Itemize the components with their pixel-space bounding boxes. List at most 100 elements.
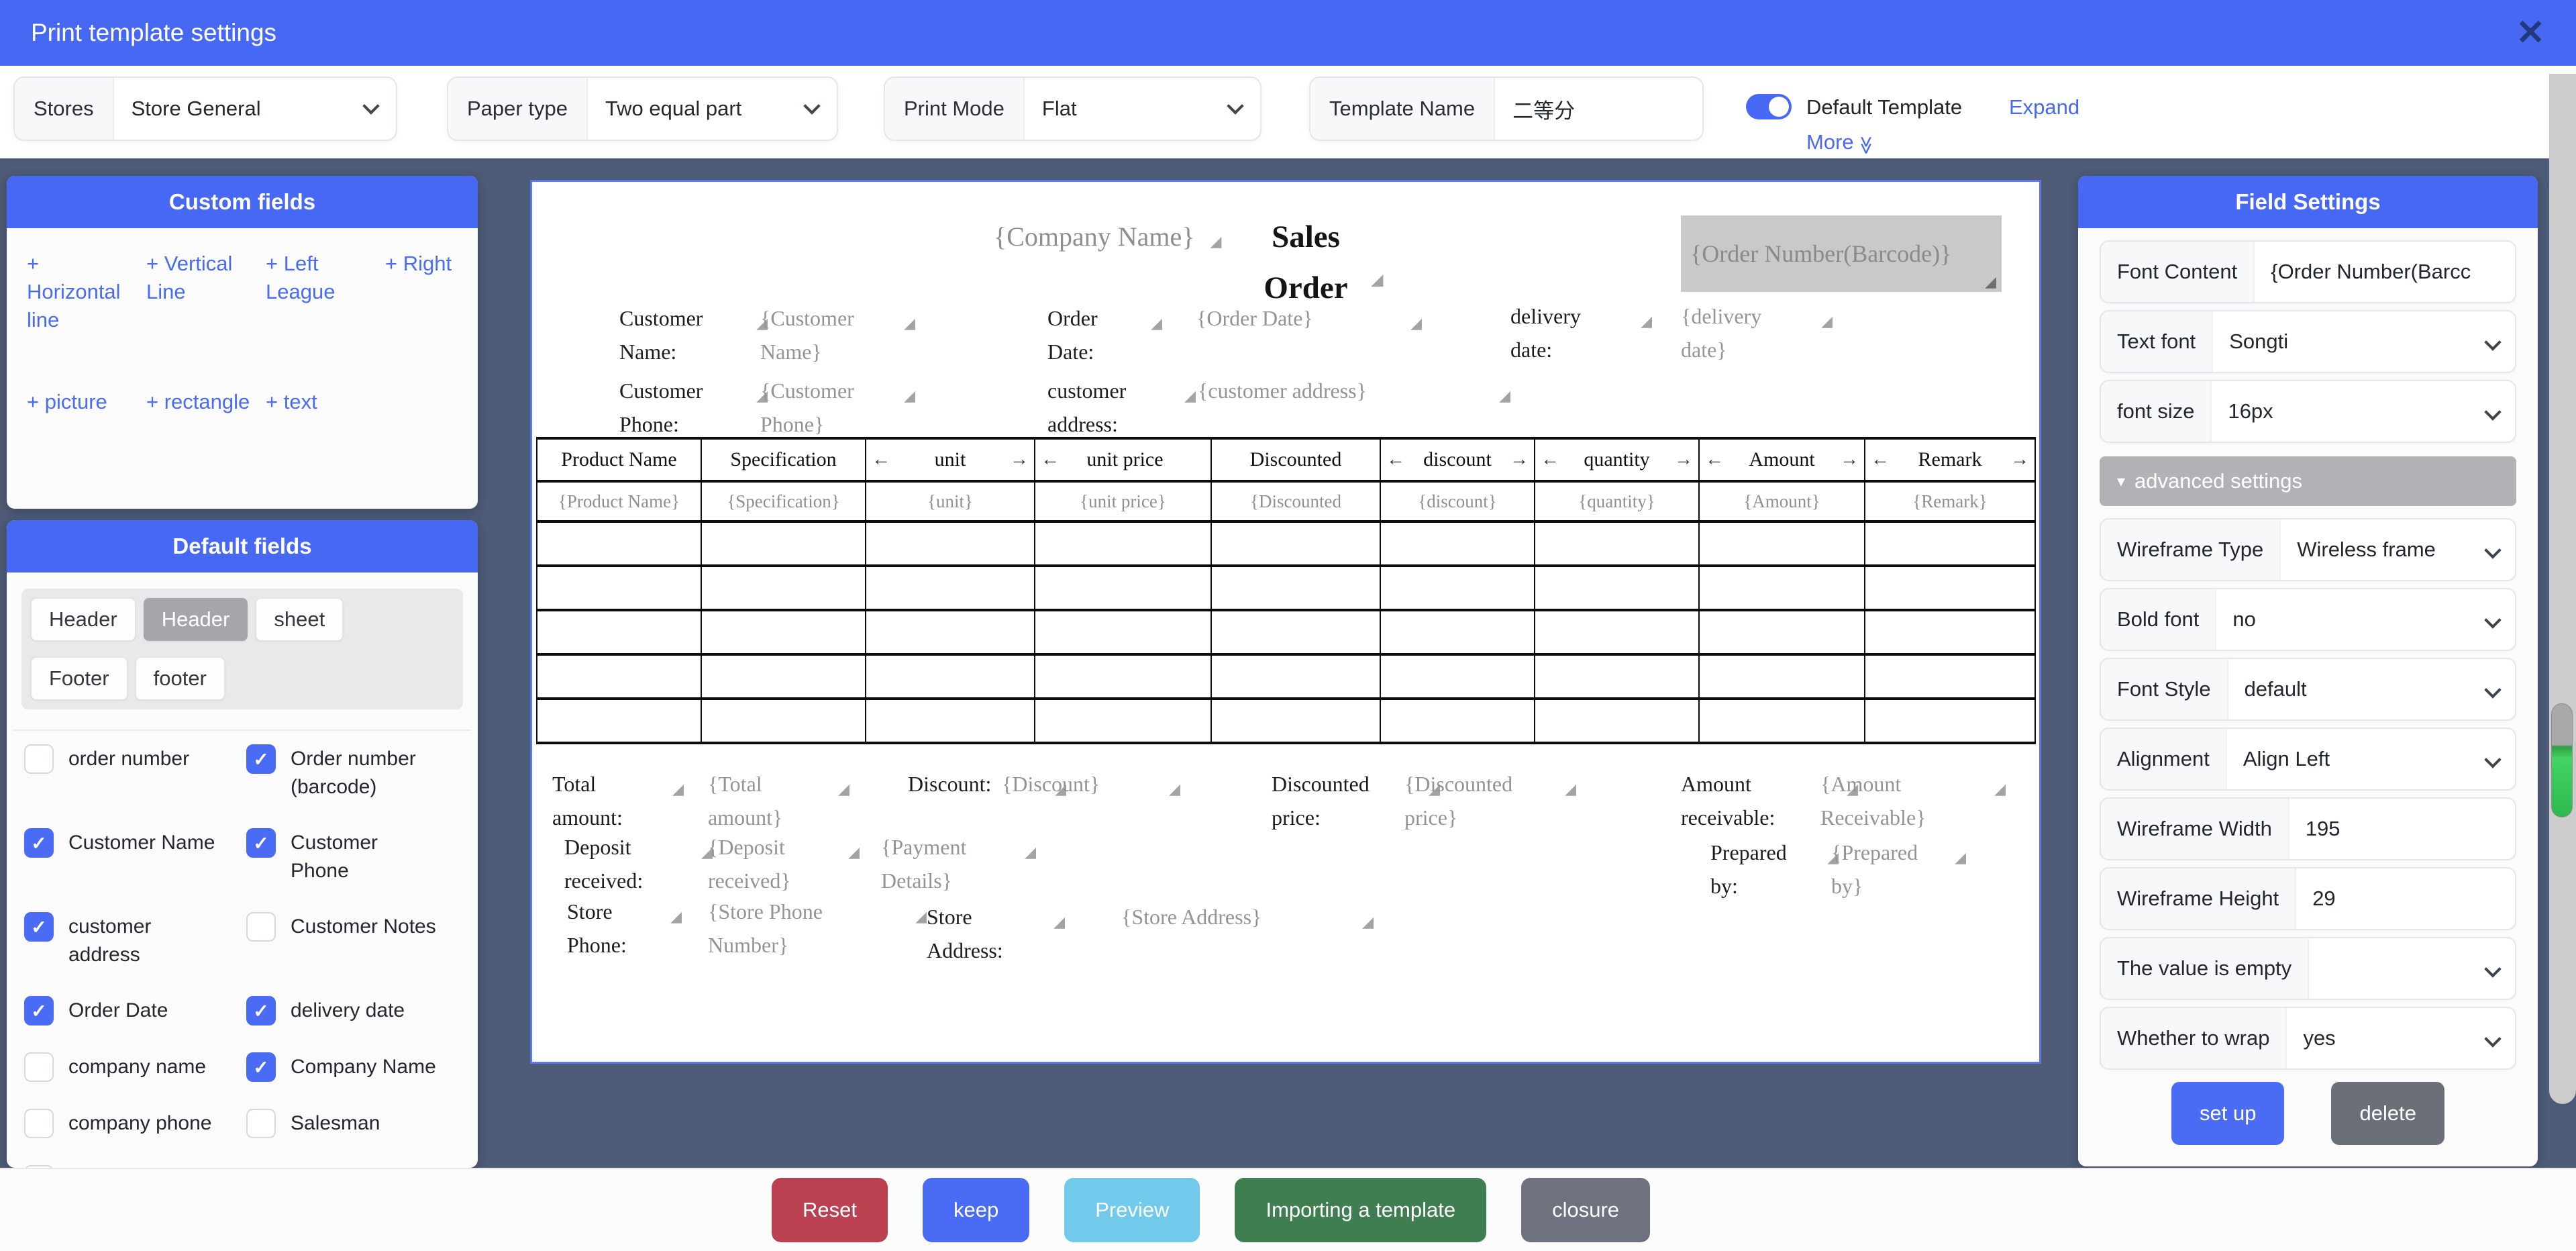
add-text-button[interactable]: + text (266, 388, 373, 416)
field-value-store-address[interactable]: {Store Address}◢ (1121, 900, 1349, 934)
resize-handle-icon[interactable]: ◢ (1641, 305, 1652, 338)
add-left-league-button[interactable]: + Left League (266, 250, 373, 334)
field-value-store-phone-number[interactable]: {Store Phone Number}◢ (708, 895, 903, 962)
field-label-store-address[interactable]: Store Address:◢ (927, 900, 1041, 967)
setting-whether-to-wrap-select[interactable]: yes (2287, 1008, 2515, 1068)
checkbox-customer-phone[interactable]: ✓Customer Phone (246, 828, 460, 885)
resize-handle-icon[interactable]: ◢ (1151, 307, 1162, 340)
advanced-settings-toggle[interactable]: ▾ advanced settings (2100, 456, 2516, 506)
field-value-delivery-date[interactable]: {delivery date}◢ (1681, 299, 1808, 366)
set-up-button[interactable]: set up (2171, 1082, 2284, 1145)
checkbox-unchecked-box[interactable] (24, 744, 54, 774)
close-icon[interactable]: ✕ (2516, 15, 2545, 50)
field-value-customer-address[interactable]: {customer address}◢ (1198, 374, 1486, 407)
resize-handle-icon[interactable]: ◢ (1565, 772, 1576, 806)
resize-handle-icon[interactable]: ◢ (1985, 273, 1996, 291)
resize-handle-icon[interactable]: ◢ (1955, 841, 1966, 874)
field-label-order-date[interactable]: Order Date:◢ (1047, 301, 1138, 368)
checkbox-unchecked-box[interactable] (24, 1109, 54, 1138)
add-picture-button[interactable]: + picture (27, 388, 134, 416)
field-label-deposit-received[interactable]: Deposit received:◢ (564, 830, 688, 897)
resize-handle-icon[interactable]: ◢ (672, 772, 684, 806)
resize-handle-icon[interactable]: ◢ (1025, 836, 1036, 869)
field-value-deposit-received[interactable]: {Deposit received}◢ (708, 830, 835, 897)
add-vertical-line-button[interactable]: + Vertical Line (146, 250, 254, 334)
add-right-button[interactable]: + Right (385, 250, 458, 334)
field-value-customer-phone[interactable]: {Customer Phone}◢ (760, 374, 891, 441)
scrollbar-thumb[interactable] (2551, 703, 2573, 817)
checkbox-unchecked-box[interactable] (246, 1109, 276, 1138)
company-name-placeholder[interactable]: {Company Name} ◢ (994, 221, 1194, 252)
setting-bold-font-select[interactable]: no (2216, 589, 2515, 650)
setting-font-size-select[interactable]: 16px (2212, 381, 2515, 442)
field-value-discounted-price[interactable]: {Discounted price}◢ (1404, 767, 1552, 834)
tab-footer-4[interactable]: footer (136, 657, 225, 700)
setting-wireframe-height-input[interactable]: 29 (2296, 868, 2515, 929)
checkbox-salesman[interactable]: Salesman (246, 1109, 460, 1138)
checkbox-checked-icon[interactable]: ✓ (246, 1052, 276, 1082)
checkbox-company-phone[interactable]: company phone (24, 1109, 238, 1138)
resize-handle-icon[interactable]: ◢ (1410, 307, 1422, 340)
resize-handle-icon[interactable]: ◢ (904, 379, 915, 413)
resize-handle-icon[interactable]: ◢ (904, 307, 915, 340)
resize-handle-icon[interactable]: ◢ (1169, 772, 1180, 806)
checkbox-order-date[interactable]: ✓Order Date (24, 996, 238, 1025)
resize-handle-icon[interactable]: ◢ (1362, 905, 1374, 939)
field-label-delivery-date[interactable]: delivery date:◢ (1510, 299, 1628, 366)
checkbox-delivery-date[interactable]: ✓delivery date (246, 996, 460, 1025)
tab-footer-3[interactable]: Footer (31, 657, 127, 700)
field-label-customer-address[interactable]: customer address:◢ (1047, 374, 1172, 441)
resize-handle-icon[interactable]: ◢ (1994, 772, 2006, 806)
checkbox-order-number-barcode[interactable]: ✓Order number (barcode) (246, 744, 460, 801)
checkbox-customer-notes[interactable]: Customer Notes (246, 912, 460, 969)
resize-handle-icon[interactable]: ◢ (1210, 233, 1222, 250)
setting-wireframe-width-input[interactable]: 195 (2289, 799, 2515, 859)
order-number-barcode-field[interactable]: {Order Number(Barcode)} ◢ (1681, 215, 2002, 292)
tab-header-0[interactable]: Header (31, 598, 136, 641)
field-value-amount-receivable[interactable]: {Amount Receivable}◢ (1820, 767, 1981, 834)
field-value-discount[interactable]: {Discount}◢ (1002, 767, 1156, 801)
setting-font-content-input[interactable]: {Order Number(Barcc (2255, 242, 2515, 302)
resize-handle-icon[interactable]: ◢ (1053, 905, 1065, 939)
resize-handle-icon[interactable]: ◢ (670, 900, 682, 934)
reset-button[interactable]: Reset (772, 1178, 888, 1242)
keep-button[interactable]: keep (923, 1178, 1029, 1242)
field-label-total-amount[interactable]: Total amount:◢ (552, 767, 660, 834)
resize-handle-icon[interactable]: ◢ (1184, 379, 1196, 413)
checkbox-checked-icon[interactable]: ✓ (246, 744, 276, 774)
preview-button[interactable]: Preview (1064, 1178, 1200, 1242)
setting-wireframe-type-select[interactable]: Wireless frame (2281, 519, 2515, 580)
resize-handle-icon[interactable]: ◢ (1499, 379, 1510, 413)
field-label-discounted-price[interactable]: Discounted price:◢ (1272, 767, 1416, 834)
field-value-total-amount[interactable]: {Total amount}◢ (708, 767, 825, 834)
field-label-prepared-by[interactable]: Prepared by:◢ (1710, 836, 1814, 903)
field-label-customer-name[interactable]: Customer Name:◢ (619, 301, 743, 368)
tab-sheet-2[interactable]: sheet (256, 598, 343, 641)
checkbox-unchecked-box[interactable] (24, 1052, 54, 1082)
setting-font-style-select[interactable]: default (2228, 659, 2515, 719)
delete-button[interactable]: delete (2331, 1082, 2444, 1145)
setting-the-value-is-empty-select[interactable] (2309, 938, 2515, 999)
field-value-customer-name[interactable]: {Customer Name}◢ (760, 301, 891, 368)
print-mode-select[interactable]: Print Mode Flat (884, 77, 1261, 141)
tab-header-1[interactable]: Header (144, 598, 248, 641)
document-title[interactable]: Sales Order ◢ (1242, 211, 1370, 313)
checkbox-customer-address[interactable]: ✓customer address (24, 912, 238, 969)
field-label-amount-receivable[interactable]: Amount receivable:◢ (1681, 767, 1834, 834)
resize-handle-icon[interactable]: ◢ (848, 836, 860, 869)
resize-handle-icon[interactable]: ◢ (1372, 254, 1383, 305)
add-rectangle-button[interactable]: + rectangle (146, 388, 254, 416)
paper-type-select[interactable]: Paper type Two equal part (447, 77, 838, 141)
checkbox-order-number[interactable]: order number (24, 744, 238, 801)
checkbox-checked-icon[interactable]: ✓ (24, 912, 54, 942)
field-label-store-phone[interactable]: Store Phone:◢ (567, 895, 658, 962)
more-link[interactable]: More≫ (1806, 130, 1875, 156)
stores-select[interactable]: Stores Store General (13, 77, 397, 141)
resize-handle-icon[interactable]: ◢ (838, 772, 849, 806)
field-label-customer-phone[interactable]: Customer Phone:◢ (619, 374, 743, 441)
checkbox-checked-icon[interactable]: ✓ (24, 996, 54, 1025)
checkbox-company-name[interactable]: company name (24, 1052, 238, 1082)
checkbox-checked-icon[interactable]: ✓ (246, 996, 276, 1025)
setting-text-font-select[interactable]: Songti (2213, 311, 2515, 372)
field-value-order-date[interactable]: {Order Date}◢ (1196, 301, 1398, 335)
